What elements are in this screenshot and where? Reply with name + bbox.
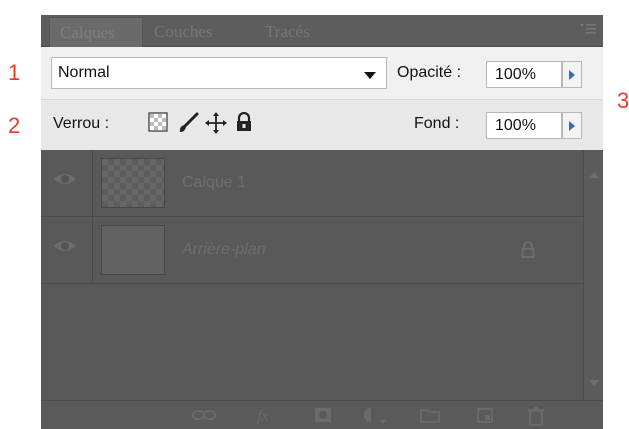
tab-couches[interactable]: Couches — [144, 17, 255, 47]
layer-row[interactable]: Arrière-plan — [41, 217, 583, 284]
layers-bottom-toolbar: fx — [41, 400, 603, 429]
eye-icon — [53, 171, 77, 191]
annotation-marker-2: 2 — [8, 113, 21, 138]
tab-traces[interactable]: Tracés — [255, 17, 355, 47]
visibility-toggle[interactable] — [41, 217, 93, 283]
opacity-slider-button[interactable] — [562, 61, 582, 88]
tab-calques[interactable]: Calques — [49, 17, 143, 47]
layers-list: Calque 1 Arrière-plan — [41, 150, 583, 400]
opacity-input[interactable]: 100% — [486, 61, 562, 88]
eye-icon — [53, 238, 77, 258]
new-layer-icon[interactable] — [475, 406, 495, 428]
layer-thumbnail — [101, 158, 165, 208]
move-icon[interactable] — [205, 112, 227, 138]
layer-name[interactable]: Arrière-plan — [182, 241, 266, 259]
adjustment-layer-icon[interactable] — [361, 406, 387, 429]
trash-icon[interactable] — [527, 406, 545, 429]
new-group-icon[interactable] — [419, 406, 441, 428]
layer-thumbnail — [101, 225, 165, 275]
arrow-right-icon — [569, 121, 575, 131]
panel-menu-icon[interactable] — [579, 21, 597, 37]
arrow-right-icon — [569, 70, 575, 80]
layers-panel: Calques Couches Tracés Normal Opacité : … — [41, 15, 603, 429]
fx-icon[interactable]: fx — [255, 406, 279, 428]
lock-icon[interactable] — [235, 111, 253, 136]
svg-text:fx: fx — [257, 408, 269, 424]
opacity-label: Opacité : — [397, 64, 462, 81]
fill-slider-button[interactable] — [562, 112, 582, 139]
annotation-marker-1: 1 — [8, 60, 21, 85]
layers-scrollbar[interactable] — [583, 150, 603, 400]
add-mask-icon[interactable] — [313, 406, 333, 428]
annotation-marker-3: 3 — [617, 88, 629, 113]
fill-label: Fond : — [414, 115, 460, 132]
blend-opacity-row: Normal Opacité : 100% — [41, 47, 603, 100]
scroll-up-icon[interactable] — [589, 172, 599, 178]
scroll-down-icon[interactable] — [589, 380, 599, 386]
blend-mode-value: Normal — [58, 64, 110, 81]
fill-input[interactable]: 100% — [486, 112, 562, 139]
lock-fill-row: Verrou : Fond: 100% — [41, 100, 603, 150]
layer-name[interactable]: Calque 1 — [182, 174, 246, 192]
blend-mode-select[interactable]: Normal — [51, 57, 387, 89]
layer-row[interactable]: Calque 1 — [41, 150, 583, 217]
lock-label: Verrou : — [53, 115, 110, 132]
brush-icon[interactable] — [177, 112, 199, 138]
visibility-toggle[interactable] — [41, 150, 93, 216]
link-layers-icon[interactable] — [191, 406, 217, 428]
panel-tab-bar: Calques Couches Tracés — [41, 15, 603, 47]
chevron-down-icon — [364, 72, 376, 79]
lock-transparent-pixels-icon[interactable] — [148, 112, 168, 136]
layer-lock-icon — [521, 241, 535, 262]
